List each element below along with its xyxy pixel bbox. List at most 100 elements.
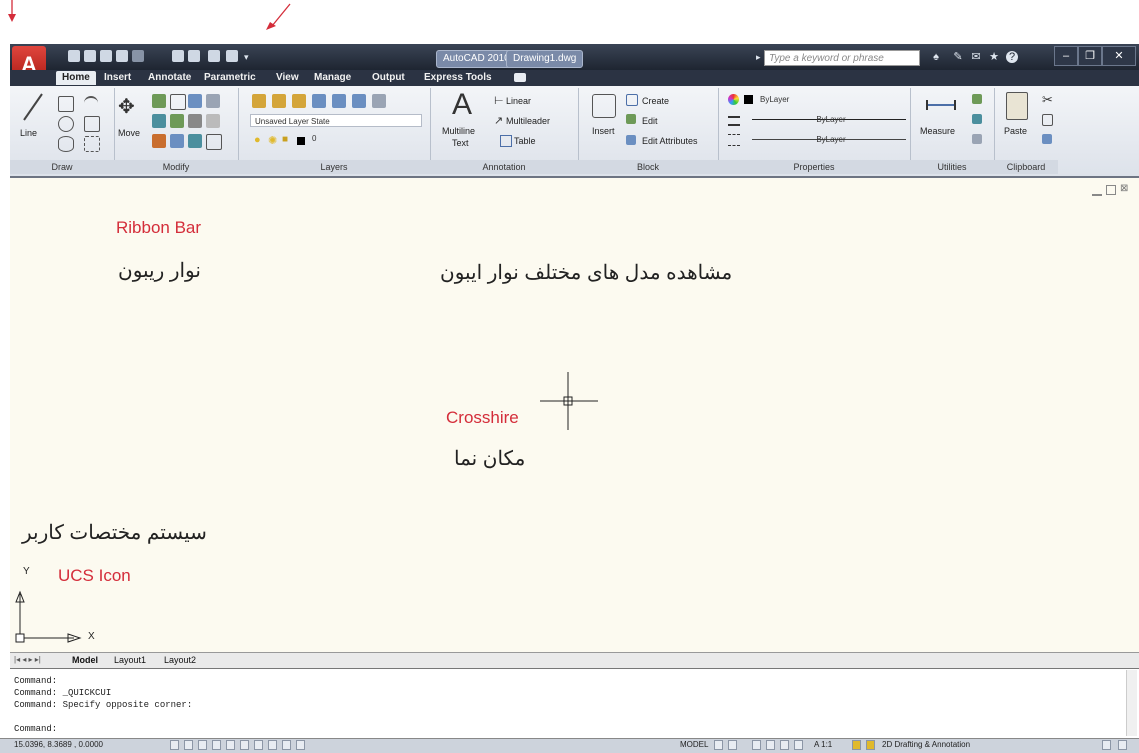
move-icon[interactable]: ✥ [118, 94, 135, 119]
tab-model[interactable]: Model [72, 654, 98, 666]
edit-block-button[interactable]: Edit [642, 116, 658, 126]
offset-icon[interactable] [188, 134, 202, 148]
paste-button-label[interactable]: Paste [1004, 126, 1027, 136]
communication-icon[interactable]: ✉ [970, 51, 982, 63]
binoculars-icon[interactable]: ♠ [930, 51, 942, 63]
ribbon-minimize-icon[interactable] [514, 73, 526, 82]
properties-icon[interactable] [226, 50, 238, 62]
object-snap-tracking-icon[interactable] [240, 740, 249, 750]
grid-display-icon[interactable] [184, 740, 193, 750]
tab-view[interactable]: View [276, 71, 299, 85]
copy-clip-icon[interactable] [1042, 114, 1053, 126]
multileader-button[interactable]: Multileader [506, 116, 550, 126]
chamfer-icon[interactable] [206, 134, 222, 150]
ortho-mode-icon[interactable] [198, 740, 207, 750]
draw-panel-title[interactable]: Draw [10, 160, 114, 174]
erase-icon[interactable] [152, 134, 166, 148]
edit-attributes-button[interactable]: Edit Attributes [642, 136, 698, 146]
paste-icon[interactable] [1006, 92, 1028, 120]
match-properties-icon[interactable] [1042, 134, 1052, 144]
viewport-minimize-icon[interactable] [1092, 188, 1102, 196]
stretch-icon[interactable] [170, 114, 184, 128]
mirror-icon[interactable] [188, 94, 202, 108]
arc-icon[interactable] [84, 96, 98, 112]
rotate-icon[interactable] [152, 94, 166, 108]
favorites-icon[interactable]: ★ [988, 51, 1000, 63]
layer-properties-icon[interactable] [252, 94, 266, 108]
tab-annotate[interactable]: Annotate [148, 71, 191, 85]
linetype-dropdown[interactable]: ByLayer [752, 113, 906, 126]
tab-output[interactable]: Output [372, 71, 405, 85]
plot-icon[interactable] [172, 50, 184, 62]
block-panel-title[interactable]: Block [578, 160, 718, 174]
calculator-icon[interactable] [972, 134, 982, 144]
lineweight-toggle-icon[interactable] [282, 740, 291, 750]
measure-button-label[interactable]: Measure [920, 126, 955, 136]
modify-panel-title[interactable]: Modify [114, 160, 238, 174]
color-dropdown[interactable]: ByLayer [756, 93, 906, 106]
quick-select-icon[interactable] [972, 94, 982, 104]
dynamic-ucs-icon[interactable] [254, 740, 263, 750]
rectangle-icon[interactable] [84, 116, 100, 132]
subscription-icon[interactable]: ✎ [952, 51, 964, 63]
explode-icon[interactable] [170, 134, 184, 148]
layer-lock-icon[interactable] [332, 94, 346, 108]
quick-properties-icon[interactable] [296, 740, 305, 750]
utilities-panel-title[interactable]: Utilities [910, 160, 994, 174]
redo-icon[interactable] [132, 50, 144, 62]
quick-access-dropdown-icon[interactable]: ▾ [244, 52, 249, 63]
layer-off-icon[interactable] [292, 94, 306, 108]
ellipse-icon[interactable] [58, 136, 74, 152]
viewport-close-icon[interactable]: ⊠ [1120, 183, 1128, 194]
open-icon[interactable] [84, 50, 96, 62]
layer-match-icon[interactable] [352, 94, 366, 108]
array-icon[interactable] [206, 114, 220, 128]
minimize-button[interactable]: – [1054, 46, 1078, 66]
pan-icon[interactable] [752, 740, 761, 750]
workspace-switch-button[interactable]: 2D Drafting & Annotation [882, 740, 970, 749]
viewport-restore-icon[interactable] [1106, 185, 1116, 195]
snap-mode-icon[interactable] [170, 740, 179, 750]
model-space-button[interactable]: MODEL [680, 740, 708, 749]
tab-express-tools[interactable]: Express Tools [424, 71, 492, 85]
new-icon[interactable] [68, 50, 80, 62]
circle-icon[interactable] [58, 116, 74, 132]
find-icon[interactable] [972, 114, 982, 124]
create-block-button[interactable]: Create [642, 96, 669, 106]
move-button-label[interactable]: Move [118, 128, 140, 138]
workspace-icon[interactable] [208, 50, 220, 62]
maximize-button[interactable]: ❐ [1078, 46, 1102, 66]
save-icon[interactable] [100, 50, 112, 62]
help-icon[interactable]: ? [1006, 51, 1018, 63]
command-prompt[interactable]: Command: [14, 724, 57, 735]
annotation-scale-button[interactable]: A 1:1 [814, 740, 832, 749]
layer-isolate-icon[interactable] [272, 94, 286, 108]
trim-icon[interactable] [206, 94, 220, 108]
hatch-icon[interactable] [84, 136, 100, 152]
insert-button-label[interactable]: Insert [592, 126, 615, 136]
dynamic-input-icon[interactable] [268, 740, 277, 750]
tab-layout2[interactable]: Layout2 [164, 654, 196, 666]
showmotion-icon[interactable] [794, 740, 803, 750]
undo-icon[interactable] [116, 50, 128, 62]
tab-parametric[interactable]: Parametric [204, 71, 256, 85]
annotation-panel-title[interactable]: Annotation [430, 160, 578, 174]
line-button-label[interactable]: Line [20, 128, 37, 138]
layer-freeze-icon[interactable] [312, 94, 326, 108]
steering-wheel-icon[interactable] [780, 740, 789, 750]
polar-tracking-icon[interactable] [212, 740, 221, 750]
fillet-icon[interactable] [152, 114, 166, 128]
lineweight-dropdown[interactable]: ByLayer [752, 133, 906, 146]
linear-dimension-button[interactable]: Linear [506, 96, 531, 106]
annotation-visibility-icon[interactable] [852, 740, 861, 750]
publish-icon[interactable] [188, 50, 200, 62]
measure-icon[interactable] [926, 100, 956, 110]
lock-toolbar-icon[interactable] [1102, 740, 1111, 750]
copy-icon[interactable] [170, 94, 186, 110]
properties-panel-title[interactable]: Properties [718, 160, 910, 174]
tab-manage[interactable]: Manage [314, 71, 351, 85]
zoom-icon[interactable] [766, 740, 775, 750]
polyline-icon[interactable] [58, 96, 74, 112]
layer-state-dropdown[interactable]: Unsaved Layer State [250, 114, 422, 127]
multiline-text-label-1[interactable]: Multiline [442, 126, 475, 136]
